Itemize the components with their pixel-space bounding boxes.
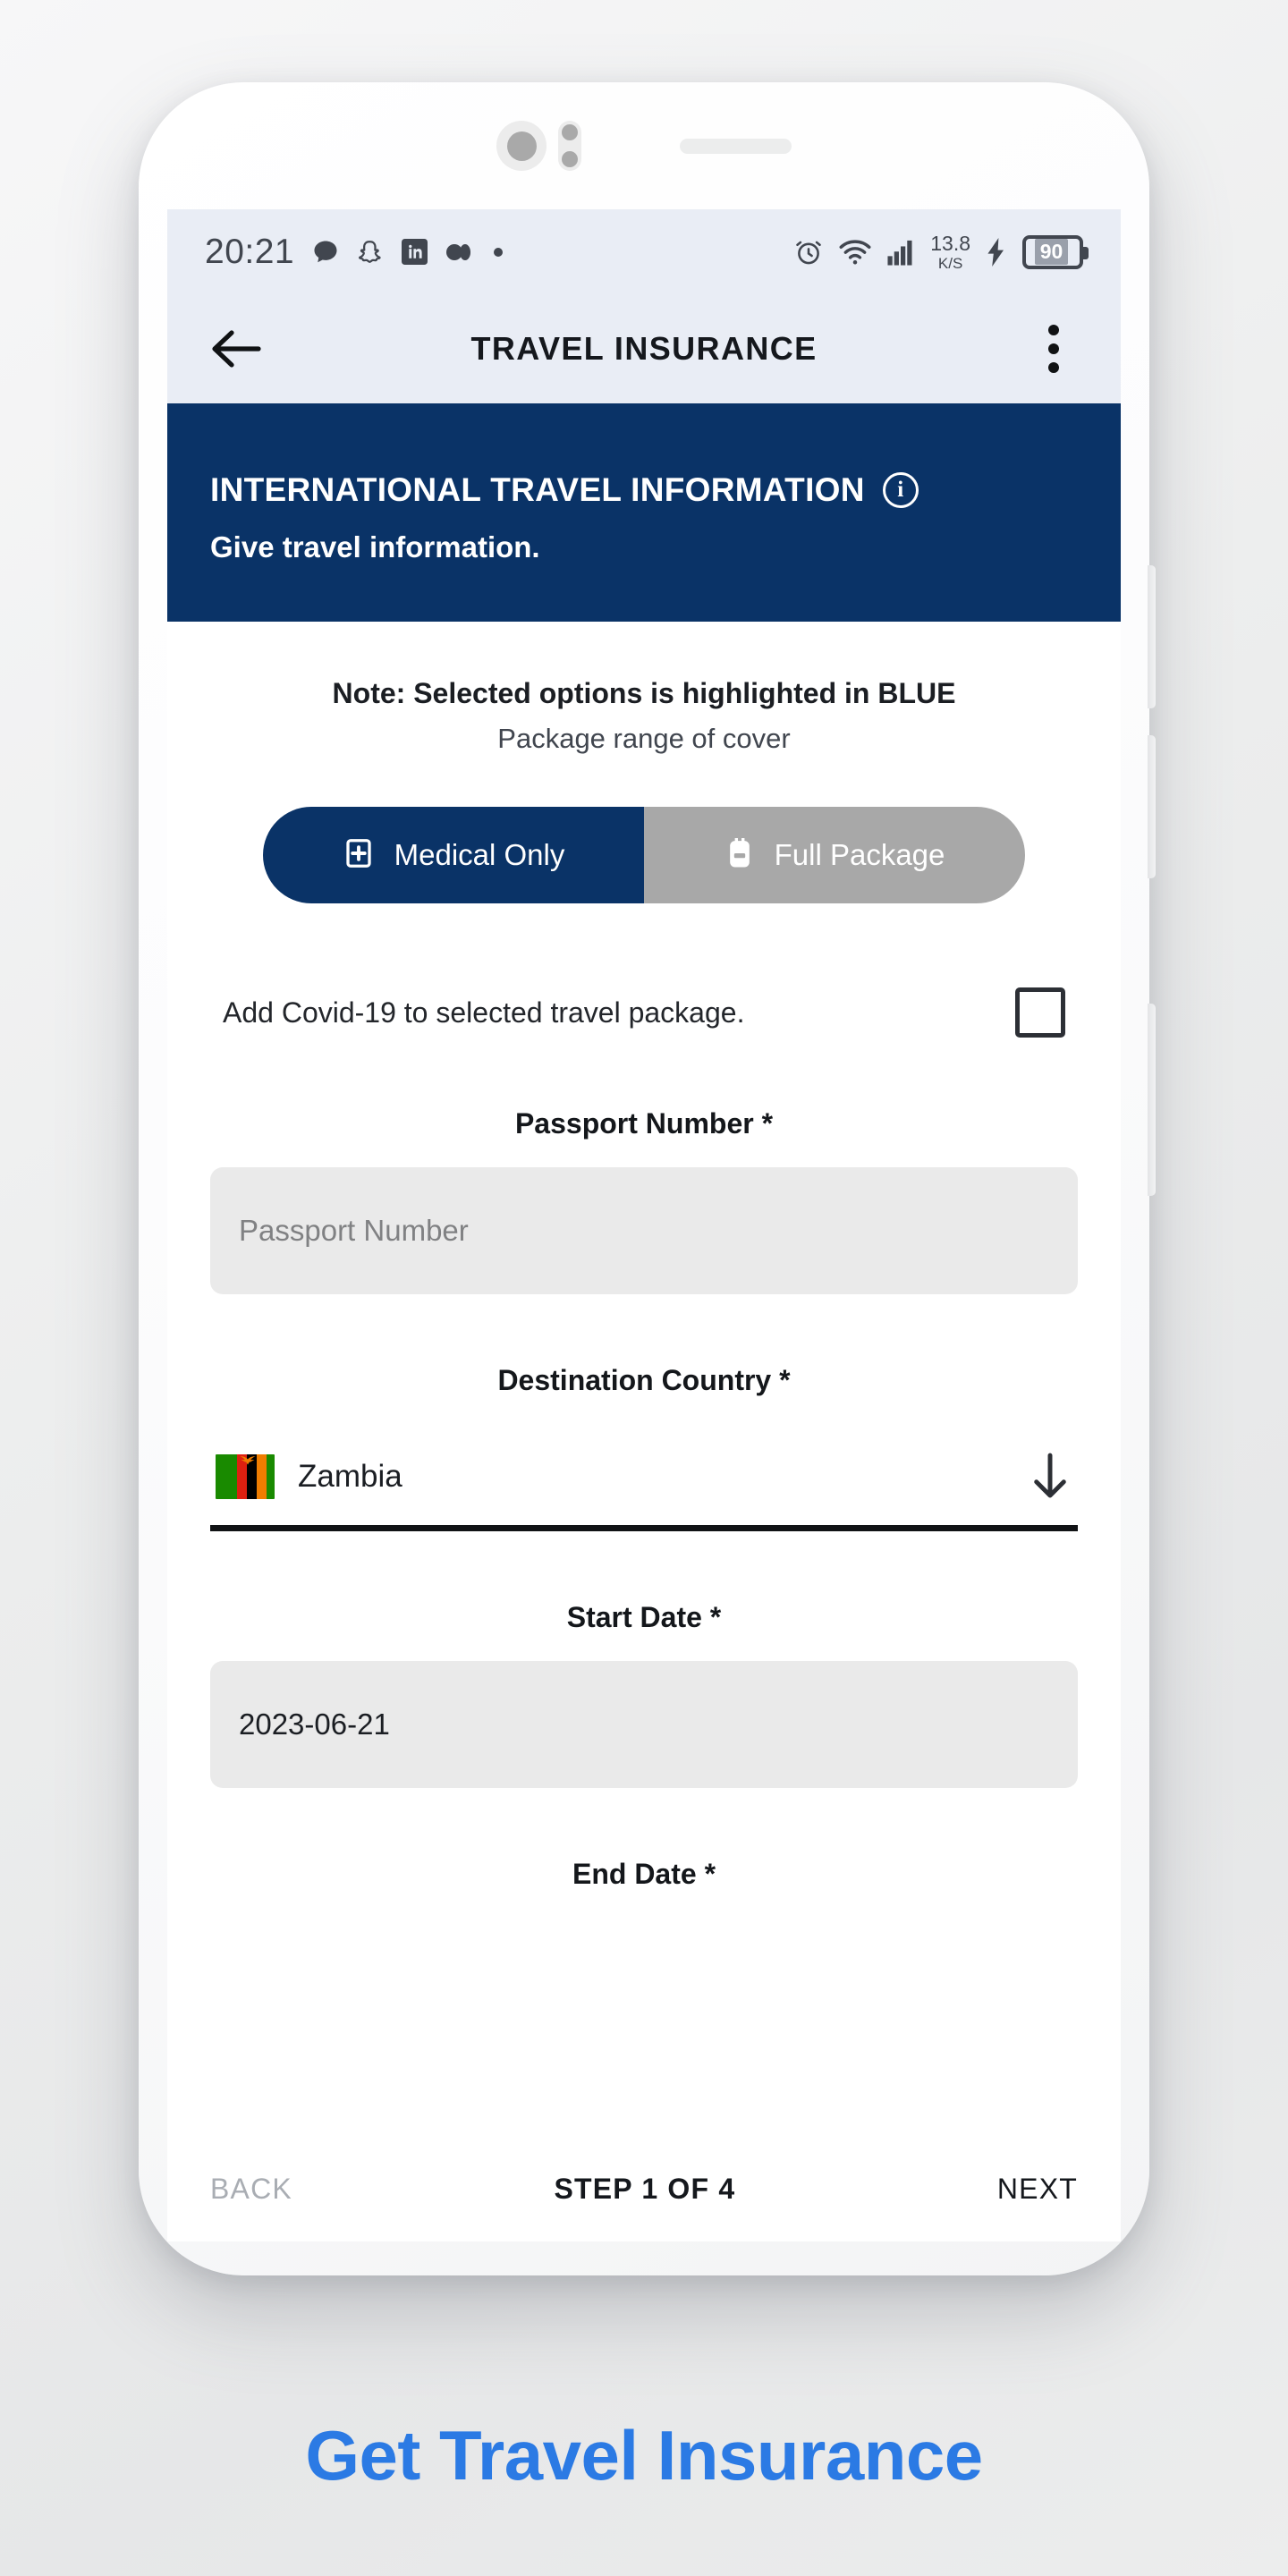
menu-dot-2 — [1048, 343, 1059, 354]
segment-medical-only-label: Medical Only — [394, 838, 565, 871]
passport-number-label: Passport Number * — [514, 1107, 774, 1140]
phone-top-hardware — [139, 82, 1149, 209]
battery-level-text: 90 — [1034, 239, 1069, 265]
note-block: Note: Selected options is highlighted in… — [210, 622, 1078, 755]
network-speed-indicator: 13.8 K/S — [930, 233, 970, 271]
backpack-icon — [724, 836, 755, 875]
covid-checkbox[interactable] — [1015, 987, 1065, 1038]
volume-up-button[interactable] — [1148, 565, 1156, 708]
form-content: Note: Selected options is highlighted in… — [167, 622, 1121, 1891]
next-button[interactable]: NEXT — [997, 2173, 1078, 2206]
signal-bars-icon — [886, 239, 915, 266]
power-button[interactable] — [1148, 1004, 1156, 1196]
menu-dot-3 — [1048, 362, 1059, 373]
status-time: 20:21 — [205, 232, 295, 271]
dot-icon — [492, 246, 504, 258]
phone-body: 20:21 13.8 K/S 90 TRAVEL INSURANCE INTER… — [139, 82, 1149, 2275]
snapchat-icon — [357, 239, 384, 266]
earpiece-speaker — [680, 138, 792, 154]
phone-device-frame: 20:21 13.8 K/S 90 TRAVEL INSURANCE INTER… — [139, 82, 1156, 2275]
hero-banner: INTERNATIONAL TRAVEL INFORMATION i Give … — [167, 403, 1121, 622]
caption-text: Get Travel Insurance — [305, 2416, 983, 2495]
destination-country-group: Destination Country * Zambia — [210, 1364, 1078, 1531]
network-speed-unit: K/S — [937, 254, 963, 272]
destination-country-dropdown[interactable]: Zambia — [210, 1428, 1078, 1531]
passport-number-group: Passport Number * Passport Number — [210, 1107, 1078, 1294]
note-primary-text: Note: Selected options is highlighted in… — [332, 677, 956, 709]
charging-bolt-icon — [986, 237, 1007, 267]
wifi-icon — [839, 238, 871, 267]
sensor-dot-bottom-icon — [562, 151, 578, 167]
start-date-group: Start Date * 2023-06-21 — [210, 1601, 1078, 1788]
page-title: TRAVEL INSURANCE — [470, 330, 818, 367]
sensor-dot-top-icon — [562, 124, 578, 140]
step-navigation-bar: BACK STEP 1 OF 4 NEXT — [167, 2136, 1121, 2241]
note-secondary-text: Package range of cover — [497, 723, 791, 754]
down-arrow-icon[interactable] — [1028, 1451, 1072, 1503]
zambia-flag-icon — [216, 1453, 275, 1499]
segment-full-package[interactable]: Full Package — [644, 807, 1025, 903]
status-bar-right: 13.8 K/S 90 — [793, 233, 1089, 271]
flag-stripe-orange — [257, 1453, 267, 1499]
hero-subtitle: Give travel information. — [210, 530, 540, 564]
status-bar-left: 20:21 — [205, 233, 793, 272]
destination-country-value: Zambia — [298, 1458, 402, 1494]
app-bar: TRAVEL INSURANCE — [167, 294, 1121, 403]
segment-full-package-label: Full Package — [774, 838, 945, 871]
start-date-input[interactable]: 2023-06-21 — [210, 1661, 1078, 1788]
chat-bubble-icon — [312, 239, 339, 266]
start-date-label: Start Date * — [566, 1601, 722, 1633]
hero-title-row: INTERNATIONAL TRAVEL INFORMATION i — [210, 471, 1078, 509]
sensor-pill-icon — [558, 121, 581, 171]
info-icon[interactable]: i — [882, 472, 919, 508]
step-indicator: STEP 1 OF 4 — [554, 2172, 736, 2205]
package-toggle-group: Medical Only Full Package — [263, 807, 1025, 903]
alarm-icon — [793, 237, 824, 267]
media-icon — [445, 241, 474, 264]
status-bar: 20:21 13.8 K/S 90 — [167, 209, 1121, 294]
end-date-group: End Date * — [210, 1858, 1078, 1891]
end-date-label: End Date * — [572, 1858, 716, 1890]
passport-number-input[interactable]: Passport Number — [210, 1167, 1078, 1294]
battery-indicator: 90 — [1022, 234, 1089, 269]
flag-eagle-icon — [240, 1455, 256, 1464]
network-speed-value: 13.8 — [930, 231, 970, 255]
linkedin-icon — [402, 239, 428, 265]
covid-option-label: Add Covid-19 to selected travel package. — [223, 996, 745, 1029]
front-camera-icon — [496, 121, 547, 171]
volume-down-button[interactable] — [1148, 735, 1156, 878]
covid-option-row: Add Covid-19 to selected travel package. — [210, 987, 1078, 1038]
camera-cluster — [496, 121, 581, 171]
segment-medical-only[interactable]: Medical Only — [263, 807, 644, 903]
phone-screen: 20:21 13.8 K/S 90 TRAVEL INSURANCE INTER… — [167, 209, 1121, 2241]
destination-country-label: Destination Country * — [497, 1364, 791, 1396]
back-arrow-icon[interactable] — [210, 322, 264, 376]
overflow-menu-icon[interactable] — [1030, 321, 1078, 377]
hero-title: INTERNATIONAL TRAVEL INFORMATION — [210, 471, 865, 508]
medical-kit-icon — [343, 837, 375, 874]
menu-dot-1 — [1048, 325, 1059, 335]
back-button[interactable]: BACK — [210, 2173, 292, 2206]
